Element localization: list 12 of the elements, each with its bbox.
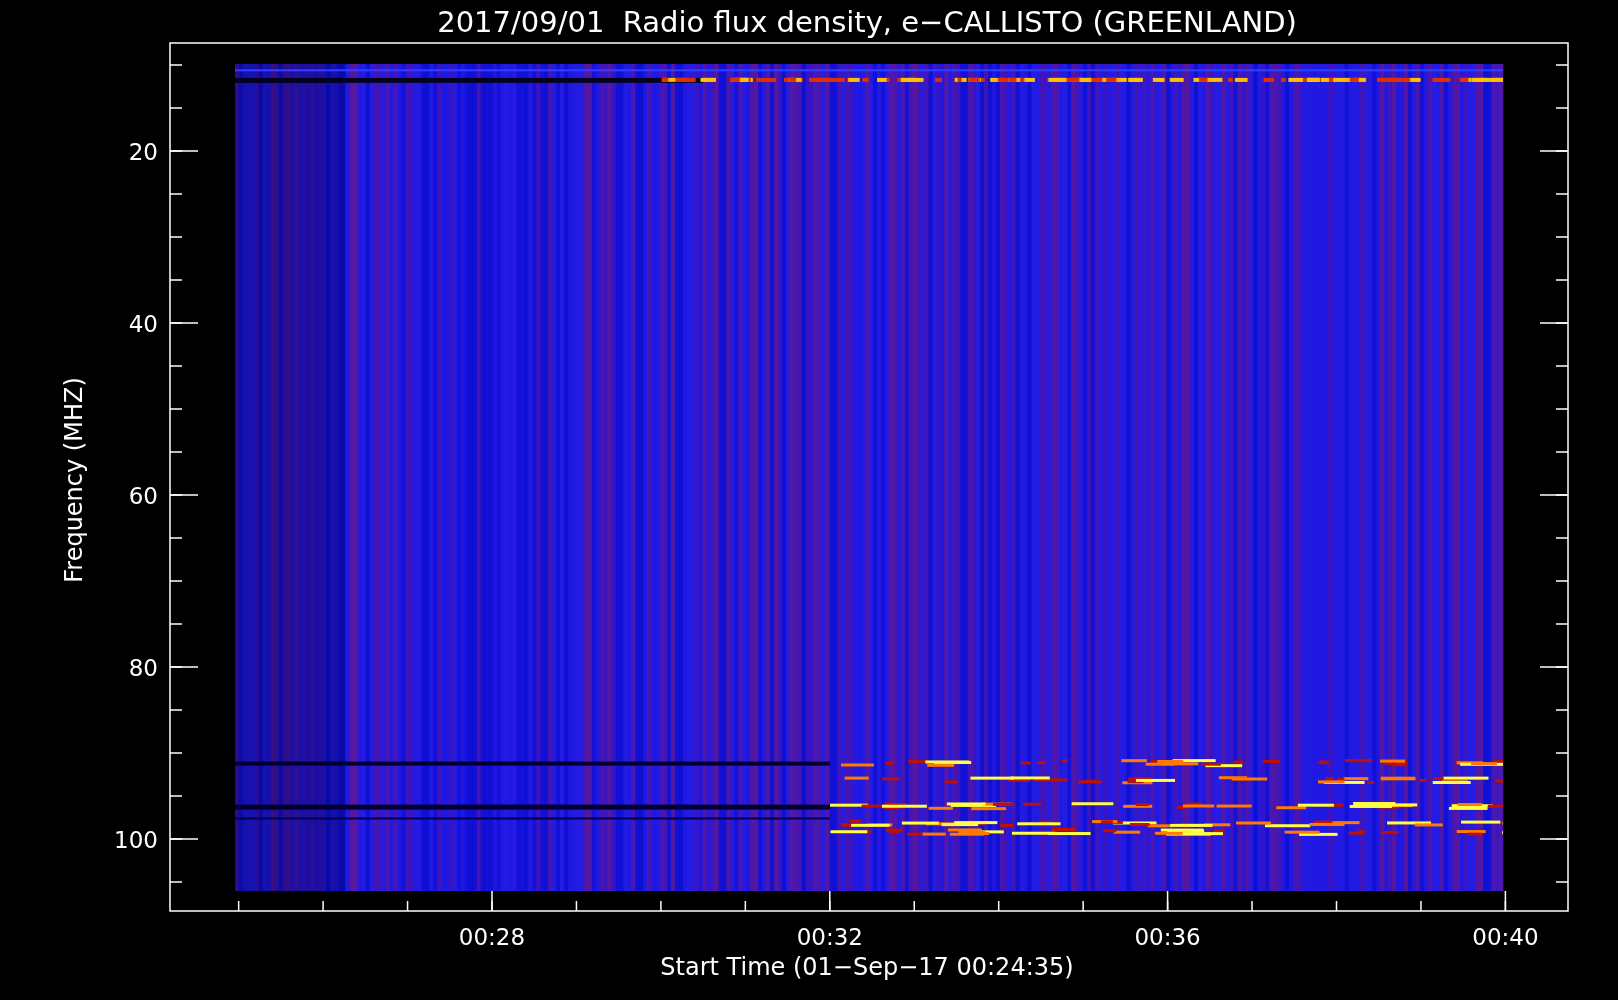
y-tick-label: 20 bbox=[128, 139, 158, 165]
x-axis-label: Start Time (01−Sep−17 00:24:35) bbox=[660, 953, 1074, 981]
x-tick-label: 00:28 bbox=[458, 924, 526, 950]
y-tick-label: 100 bbox=[114, 827, 158, 853]
y-tick-label: 60 bbox=[128, 483, 158, 509]
y-tick-label: 40 bbox=[128, 311, 158, 337]
x-tick-label: 00:40 bbox=[1472, 924, 1539, 950]
y-tick-label: 80 bbox=[128, 655, 158, 681]
chart-title: 2017/09/01 Radio flux density, e−CALLISTO (GREENLAND) bbox=[437, 5, 1297, 39]
x-tick-label: 00:36 bbox=[1134, 924, 1201, 950]
x-tick-label: 00:32 bbox=[796, 924, 863, 950]
y-axis-label: Frequency (MHZ) bbox=[60, 377, 88, 583]
